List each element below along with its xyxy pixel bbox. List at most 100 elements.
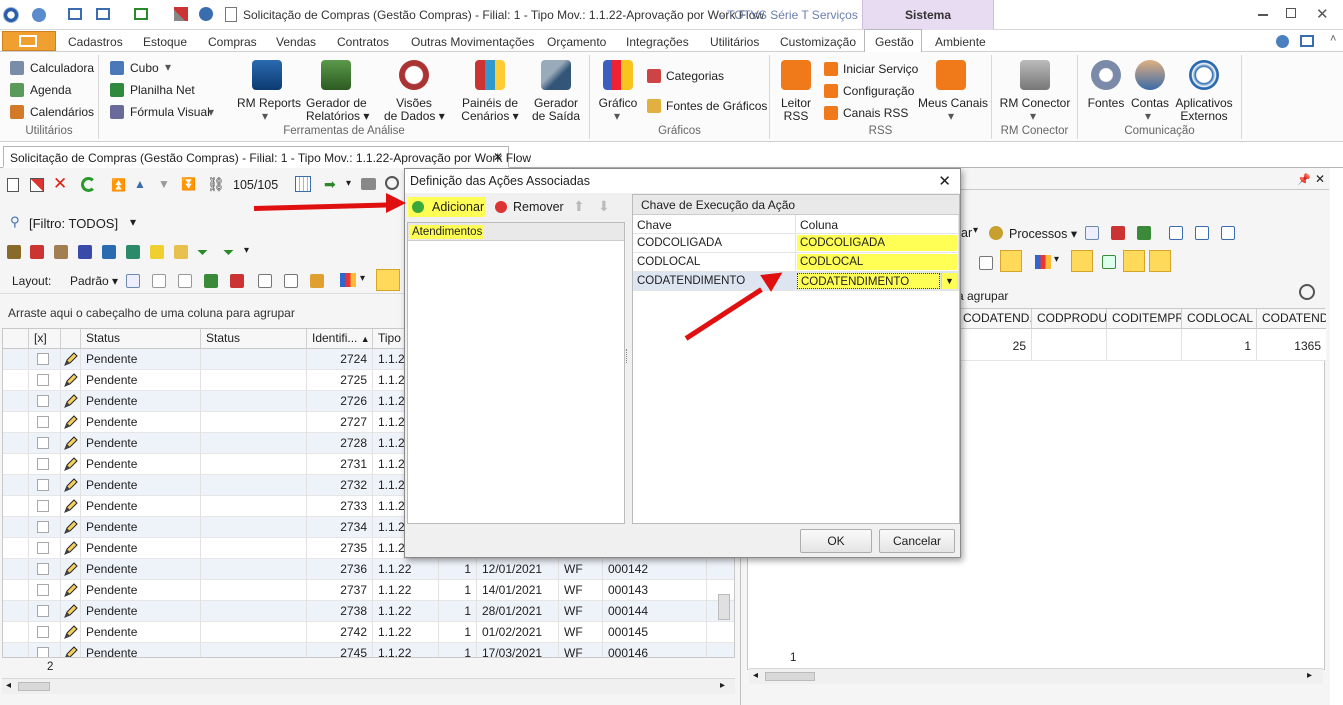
- row-checkbox[interactable]: [37, 416, 49, 428]
- row-checkbox[interactable]: [37, 500, 49, 512]
- right-export-icon[interactable]: [1000, 250, 1022, 272]
- right-tool-1-icon[interactable]: [1085, 226, 1099, 240]
- close-button[interactable]: ✕: [1316, 5, 1329, 23]
- search-icon[interactable]: [1299, 284, 1315, 300]
- tab-contratos[interactable]: Contratos: [337, 35, 389, 49]
- splitter-handle[interactable]: [626, 349, 629, 363]
- right-tool-2-icon[interactable]: [1111, 226, 1125, 240]
- meus-canais-dropdown-icon[interactable]: ▾: [948, 110, 954, 123]
- right-tool-5-icon[interactable]: [1195, 226, 1209, 240]
- tab-utilitarios[interactable]: Utilitários: [710, 35, 759, 49]
- sigma-icon[interactable]: [979, 256, 993, 270]
- processos-button[interactable]: Processos ▾: [1009, 226, 1077, 241]
- first-record-icon[interactable]: ⏫: [111, 178, 126, 192]
- layout-export-icon[interactable]: [310, 274, 324, 288]
- tab-vendas[interactable]: Vendas: [276, 35, 316, 49]
- left-horizontal-scrollbar[interactable]: ◂ ▸: [2, 678, 735, 694]
- row-checkbox[interactable]: [37, 626, 49, 638]
- grid-header-status[interactable]: Status: [81, 329, 201, 349]
- right-header-codprodu[interactable]: CODPRODU...: [1032, 309, 1107, 329]
- planilha-net-button[interactable]: Planilha Net: [130, 84, 195, 97]
- right-chart-dropdown-icon[interactable]: ▾: [1054, 254, 1059, 265]
- layout-import-icon[interactable]: [204, 274, 218, 288]
- action-6-icon[interactable]: [126, 245, 140, 259]
- categorias-button[interactable]: Categorias: [666, 70, 724, 83]
- mapping-coluna-cell[interactable]: CODCOLIGADA: [796, 234, 959, 253]
- grid-header-status-2[interactable]: Status: [201, 329, 307, 349]
- configuracao-button[interactable]: Configuração: [843, 85, 914, 98]
- right-partial-dropdown-icon[interactable]: ▾: [973, 225, 978, 236]
- row-checkbox[interactable]: [37, 584, 49, 596]
- mapping-row[interactable]: CODCOLIGADA CODCOLIGADA: [633, 234, 959, 253]
- layout-chart-icon[interactable]: [340, 273, 356, 287]
- row-checkbox[interactable]: [37, 437, 49, 449]
- remove-button[interactable]: Remover: [513, 200, 564, 214]
- next-record-icon[interactable]: ▼: [158, 177, 170, 191]
- filter-label[interactable]: [Filtro: TODOS]: [29, 216, 118, 231]
- table-row[interactable]: Pendente 2742 1.1.22 1 01/02/2021 WF 000145: [3, 622, 734, 643]
- agenda-button[interactable]: Agenda: [30, 84, 71, 97]
- row-checkbox[interactable]: [37, 353, 49, 365]
- tab-ambiente[interactable]: Ambiente: [935, 35, 986, 49]
- right-header-codatend-2[interactable]: CODATEND...: [1257, 309, 1326, 329]
- pin-icon[interactable]: 📌: [1297, 173, 1311, 186]
- document-tab-close-icon[interactable]: ✕: [493, 150, 503, 164]
- tools-icon[interactable]: [174, 7, 188, 21]
- canais-rss-button[interactable]: Canais RSS: [843, 107, 908, 120]
- table-row[interactable]: Pendente 2736 1.1.22 1 12/01/2021 WF 000142: [3, 559, 734, 580]
- scroll-right-icon[interactable]: ▸: [720, 680, 725, 691]
- file-menu-button[interactable]: [2, 31, 56, 51]
- cancel-button[interactable]: Cancelar: [879, 529, 955, 553]
- scroll-left-icon[interactable]: ◂: [6, 680, 11, 691]
- layout-columns-icon[interactable]: [178, 274, 192, 288]
- mapping-row[interactable]: CODLOCAL CODLOCAL: [633, 253, 959, 272]
- layout-icon[interactable]: [1300, 35, 1314, 47]
- restore-button[interactable]: [1286, 8, 1296, 18]
- app-logo-icon[interactable]: [3, 7, 19, 23]
- right-view-3-icon[interactable]: [1123, 250, 1145, 272]
- ok-button[interactable]: OK: [800, 529, 872, 553]
- binoculars-icon[interactable]: ⛓: [207, 176, 225, 193]
- layout-home-icon[interactable]: [230, 274, 244, 288]
- table-row[interactable]: Pendente 2737 1.1.22 1 14/01/2021 WF 000143: [3, 580, 734, 601]
- right-panel-close-icon[interactable]: ✕: [1315, 172, 1325, 186]
- delete-icon[interactable]: ✕: [53, 174, 67, 194]
- print-icon[interactable]: [361, 178, 376, 190]
- layout-chart-dropdown-icon[interactable]: ▾: [360, 273, 365, 284]
- rm-conector-dropdown-icon[interactable]: ▾: [1030, 110, 1036, 123]
- table-row[interactable]: Pendente 2745 1.1.22 1 17/03/2021 WF 000146: [3, 643, 734, 657]
- table-row[interactable]: Pendente 2738 1.1.22 1 28/01/2021 WF 000144: [3, 601, 734, 622]
- layout-save-icon[interactable]: [126, 274, 140, 288]
- right-tool-3-icon[interactable]: [1137, 226, 1151, 240]
- right-view-2-icon[interactable]: [1102, 255, 1116, 269]
- funnel-menu-icon[interactable]: ▾: [244, 245, 249, 256]
- edit-icon[interactable]: [30, 178, 44, 192]
- gerador-relatorios-button[interactable]: Gerador de Relatórios ▾: [306, 97, 369, 123]
- row-checkbox[interactable]: [37, 479, 49, 491]
- previous-record-icon[interactable]: ▲: [134, 177, 146, 191]
- layout-grid-icon[interactable]: [152, 274, 166, 288]
- tab-cadastros[interactable]: Cadastros: [68, 35, 123, 49]
- layout-sigma-icon[interactable]: [284, 274, 298, 288]
- flag-icon[interactable]: [150, 245, 164, 259]
- row-checkbox[interactable]: [37, 395, 49, 407]
- right-chart-icon[interactable]: [1035, 255, 1051, 269]
- move-up-icon[interactable]: ⬆: [573, 198, 585, 215]
- tab-estoque[interactable]: Estoque: [143, 35, 187, 49]
- web-icon[interactable]: [199, 7, 213, 21]
- right-scroll-right-icon[interactable]: ▸: [1307, 670, 1312, 681]
- row-checkbox[interactable]: [37, 374, 49, 386]
- row-checkbox[interactable]: [37, 521, 49, 533]
- contas-dropdown-icon[interactable]: ▾: [1145, 110, 1151, 123]
- right-view-4-icon[interactable]: [1149, 250, 1171, 272]
- action-4-icon[interactable]: [78, 245, 92, 259]
- grid-header-identificador[interactable]: Identifi... ▲: [307, 329, 373, 349]
- dialog-close-icon[interactable]: ✕: [938, 172, 951, 190]
- print-preview-icon[interactable]: [385, 176, 399, 190]
- row-checkbox[interactable]: [37, 542, 49, 554]
- action-1-icon[interactable]: [7, 245, 21, 259]
- export-icon[interactable]: [134, 8, 148, 20]
- last-record-icon[interactable]: ⏬: [181, 177, 196, 191]
- tab-orcamento[interactable]: Orçamento: [547, 35, 606, 49]
- minimize-button[interactable]: [1258, 14, 1268, 16]
